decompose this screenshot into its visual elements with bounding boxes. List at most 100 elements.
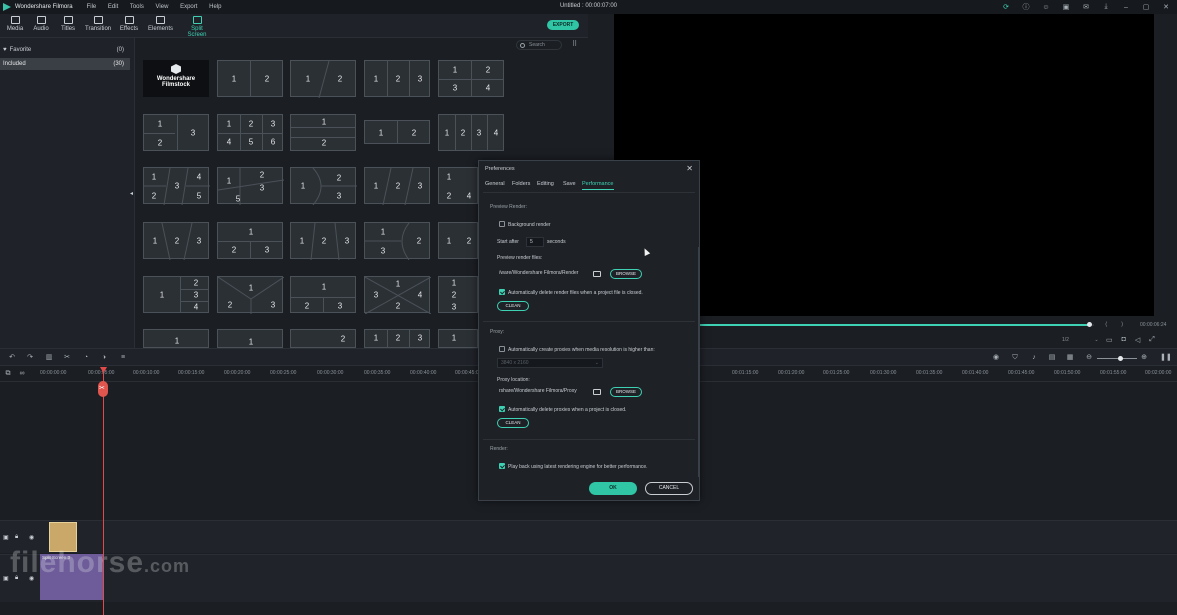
preview-quality-select[interactable]: 1/2 ⌄ — [1062, 337, 1099, 343]
sync-icon[interactable]: ⟳ — [1001, 2, 1011, 12]
template-tile[interactable]: 1 — [438, 329, 478, 348]
zoom-slider-handle[interactable] — [1118, 356, 1123, 361]
background-render-checkbox[interactable] — [499, 221, 505, 227]
template-tile[interactable]: 1 2 4 — [438, 167, 478, 204]
template-tile[interactable]: 1 2 3 — [290, 222, 356, 260]
proxy-resolution-select[interactable]: 3840 x 2160 ⌄ — [497, 358, 603, 368]
menu-help[interactable]: Help — [209, 4, 221, 10]
template-tile[interactable]: 1 2 3 4 — [438, 114, 504, 151]
template-tile[interactable]: 1 2 3 4 — [143, 276, 209, 313]
render-files-path[interactable]: /ware/Wondershare Filmora/Render — [497, 269, 591, 279]
template-tile[interactable]: 1 2 3 4 — [364, 276, 431, 314]
render-clean-button[interactable]: CLEAN — [497, 301, 529, 311]
playback-engine-checkbox[interactable] — [499, 463, 505, 469]
tool-effects[interactable]: Effects — [119, 16, 139, 32]
minimize-icon[interactable]: – — [1121, 2, 1131, 12]
cut-icon[interactable]: ✂ — [63, 354, 71, 362]
close-icon[interactable]: ✕ — [1161, 2, 1171, 12]
playhead-scissor-handle[interactable]: ✂ — [98, 381, 108, 397]
mic-icon[interactable]: ♪ — [1030, 354, 1038, 362]
zoom-slider[interactable] — [1097, 358, 1137, 359]
account-icon[interactable]: ☺ — [1041, 2, 1051, 12]
subtitle-icon[interactable]: ▦ — [1066, 354, 1074, 362]
mail-icon[interactable]: ✉ — [1081, 2, 1091, 12]
sidebar-item-favorite[interactable]: ♥ Favorite (0) — [0, 44, 130, 56]
tool-media[interactable]: Media — [6, 16, 24, 32]
template-tile[interactable]: 1 2 — [290, 114, 356, 151]
crop-icon[interactable]: ◔ — [82, 354, 90, 362]
menu-file[interactable]: File — [87, 4, 97, 10]
eye-icon[interactable]: ◉ — [29, 534, 34, 541]
download-icon[interactable]: ⤓ — [1101, 2, 1111, 12]
tab-folders[interactable]: Folders — [512, 181, 530, 187]
template-tile[interactable]: 1 2 3 — [438, 276, 478, 313]
auto-create-proxy-checkbox[interactable] — [499, 346, 505, 352]
zoom-out-icon[interactable]: ⊖ — [1085, 354, 1093, 362]
template-tile[interactable]: 1 2 3 4 5 — [143, 167, 210, 205]
next-frame-icon[interactable]: ⟩ — [1121, 321, 1123, 328]
fullscreen-icon[interactable]: ⤢ — [1149, 336, 1155, 344]
tool-audio[interactable]: Audio — [32, 16, 50, 32]
auto-delete-proxy-checkbox[interactable] — [499, 406, 505, 412]
link-icon[interactable]: ∞ — [18, 370, 26, 378]
menu-tools[interactable]: Tools — [130, 4, 144, 10]
dialog-scrollbar[interactable] — [698, 247, 700, 477]
folder-icon[interactable] — [593, 389, 601, 395]
render-browse-button[interactable]: BROWSE — [610, 269, 642, 279]
marker-icon[interactable]: ⛉ — [1011, 354, 1019, 362]
proxy-location-path[interactable]: rshare/Wondershare Filmora/Proxy — [497, 387, 591, 397]
tab-general[interactable]: General — [485, 181, 505, 187]
tool-titles[interactable]: Titles — [59, 16, 77, 32]
maximize-icon[interactable]: ▢ — [1141, 2, 1151, 12]
lock-icon[interactable]: 🔒︎ — [15, 534, 18, 541]
ok-button[interactable]: OK — [589, 482, 637, 495]
export-button[interactable]: EXPORT — [547, 20, 579, 30]
scrub-handle[interactable] — [1087, 322, 1093, 327]
template-tile[interactable]: 1 2 3 — [364, 60, 430, 97]
undo-icon[interactable]: ↶ — [8, 354, 16, 362]
pause-icon[interactable]: ❚❚ — [1160, 354, 1172, 362]
folder-icon[interactable] — [593, 271, 601, 277]
template-tile[interactable]: 1 2 3 — [217, 276, 284, 314]
zoom-in-icon[interactable]: ⊕ — [1140, 354, 1148, 362]
template-tile[interactable]: 1 2 3 — [364, 167, 430, 205]
menu-export[interactable]: Export — [180, 4, 197, 10]
voiceover-icon[interactable]: ▤ — [1048, 354, 1056, 362]
template-tile[interactable]: 1 2 — [364, 120, 430, 144]
info-icon[interactable]: ⓘ — [1021, 2, 1031, 12]
template-tile[interactable]: 1 — [143, 329, 209, 348]
menu-view[interactable]: View — [156, 4, 169, 10]
sidebar-item-included[interactable]: Included (30) — [0, 58, 130, 70]
dialog-close-icon[interactable]: ✕ — [686, 164, 693, 173]
template-tile[interactable]: 1 2 3 — [364, 329, 430, 348]
template-tile[interactable]: 1 2 3 5 — [217, 167, 284, 205]
template-tile[interactable]: 1 — [217, 329, 283, 348]
display-icon[interactable]: ▭ — [1106, 336, 1113, 344]
cancel-button[interactable]: CANCEL — [645, 482, 693, 495]
prev-frame-icon[interactable]: ⟨ — [1105, 321, 1107, 328]
save-icon[interactable]: ▣ — [1061, 2, 1071, 12]
delete-icon[interactable]: ▥ — [45, 354, 53, 362]
search-input[interactable]: Search — [516, 40, 562, 50]
template-tile[interactable]: 1 2 3 — [143, 114, 209, 151]
template-tile[interactable]: 1 2 — [217, 60, 283, 97]
template-tile[interactable]: 1 2 3 4 5 6 — [217, 114, 283, 151]
template-tile[interactable]: 1 2 3 — [290, 276, 356, 313]
volume-icon[interactable]: ◁ — [1135, 336, 1140, 344]
menu-edit[interactable]: Edit — [108, 4, 118, 10]
template-tile[interactable]: 1 3 2 — [364, 222, 430, 260]
filmstock-tile[interactable]: Wondershare Filmstock — [143, 60, 209, 97]
template-tile[interactable]: 1 2 — [290, 60, 356, 98]
redo-icon[interactable]: ↷ — [26, 354, 34, 362]
tool-transition[interactable]: Transition — [85, 16, 111, 32]
proxy-browse-button[interactable]: BROWSE — [610, 387, 642, 397]
tab-editing[interactable]: Editing — [537, 181, 554, 187]
grid-view-icon[interactable]: ⠿ — [572, 41, 579, 48]
snapshot-icon[interactable]: ◘ — [1122, 336, 1126, 344]
auto-delete-render-checkbox[interactable] — [499, 289, 505, 295]
template-tile[interactable]: 1 2 3 — [143, 222, 209, 260]
start-after-input[interactable]: 5 — [526, 237, 544, 247]
tab-performance[interactable]: Performance — [582, 181, 614, 190]
color-icon[interactable]: ◑ — [100, 354, 108, 362]
collapse-panel-icon[interactable]: ◂ — [130, 190, 134, 197]
